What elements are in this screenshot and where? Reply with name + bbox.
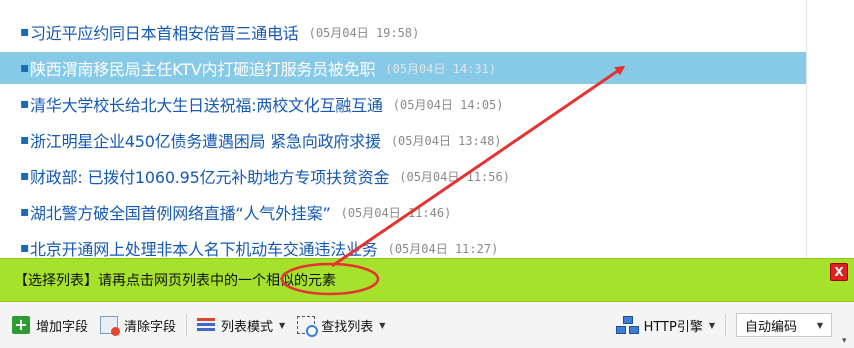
clear-field-button[interactable]: 清除字段 [94, 311, 182, 339]
plus-icon: + [12, 316, 30, 334]
bullet-icon: ▪ [20, 132, 30, 148]
news-title[interactable]: 北京开通网上处理非本人名下机动车交通违法业务 [30, 236, 378, 260]
news-date: (05月04日 19:58) [308, 25, 420, 40]
find-list-dropdown[interactable]: 查找列表 ▼ [291, 311, 391, 339]
http-engine-label: HTTP引擎 [643, 319, 703, 335]
bottom-toolbar: + 增加字段 清除字段 列表模式 ▼ 查找列表 ▼ HTTP引擎 ▼ 自动编码 … [0, 302, 854, 348]
news-list-item[interactable]: ▪ 习近平应约同日本首相安倍晋三通电话 (05月04日 19:58) [0, 14, 806, 50]
news-date: (05月04日 11:27) [387, 241, 499, 256]
news-title[interactable]: 湖北警方破全国首例网络直播“人气外挂案” [30, 200, 331, 224]
news-title[interactable]: 浙江明星企业450亿债务遭遇困局 紧急向政府求援 [30, 128, 381, 152]
bullet-icon: ▪ [20, 168, 30, 184]
close-icon[interactable]: X [830, 263, 848, 281]
clear-field-label: 清除字段 [124, 319, 177, 335]
add-field-label: 增加字段 [36, 319, 89, 335]
chevron-down-icon: ▼ [816, 320, 823, 330]
news-list-item[interactable]: ▪ 财政部: 已拨付1060.95亿元补助地方专项扶贫资金 (05月04日 11:5… [0, 158, 806, 194]
news-date: (05月04日 14:31) [385, 61, 497, 76]
find-list-label: 查找列表 [321, 319, 374, 335]
list-icon [197, 316, 216, 334]
bullet-icon: ▪ [20, 204, 30, 220]
news-list-item[interactable]: ▪ 陕西渭南移民局主任KTV内打砸追打服务员被免职 (05月04日 14:31) [0, 52, 806, 84]
toolbar-divider [725, 314, 726, 336]
encoding-label: 自动编码 [745, 319, 798, 335]
news-list-item[interactable]: ▪ 湖北警方破全国首例网络直播“人气外挂案” (05月04日 11:46) [0, 194, 806, 230]
news-title[interactable]: 财政部: 已拨付1060.95亿元补助地方专项扶贫资金 [30, 164, 389, 188]
chevron-down-icon: ▼ [708, 320, 715, 330]
list-mode-dropdown[interactable]: 列表模式 ▼ [191, 311, 291, 339]
news-date: (05月04日 13:48) [390, 133, 502, 148]
news-date: (05月04日 11:46) [340, 205, 452, 220]
tip-text: 【选择列表】请再点击网页列表中的一个相似的元素 [14, 273, 336, 289]
tip-bar: 【选择列表】请再点击网页列表中的一个相似的元素 X [0, 258, 854, 302]
news-date: (05月04日 11:56) [399, 169, 510, 184]
toolbar-divider [186, 314, 188, 336]
news-date: (05月04日 14:05) [392, 97, 504, 112]
bullet-icon: ▪ [20, 24, 30, 40]
chevron-down-icon: ▼ [279, 320, 286, 330]
news-list-pane: ▪ 习近平应约同日本首相安倍晋三通电话 (05月04日 19:58) ▪ 陕西渭南移民局… [0, 0, 806, 295]
list-mode-label: 列表模式 [221, 319, 274, 335]
news-title[interactable]: 清华大学校长给北大生日送祝福:两校文化互融互通 [30, 92, 383, 116]
news-list-item[interactable]: ▪ 清华大学校长给北大生日送祝福:两校文化互融互通 (05月04日 14:05) [0, 86, 806, 122]
http-engine-dropdown[interactable]: HTTP引擎 ▼ [610, 311, 721, 339]
add-field-button[interactable]: + 增加字段 [6, 311, 94, 339]
bullet-icon: ▪ [20, 240, 30, 256]
find-icon [297, 316, 319, 337]
bullet-icon: ▪ [20, 60, 30, 76]
network-icon [615, 316, 639, 334]
vertical-scrollbar[interactable] [806, 0, 854, 258]
resize-grip-icon[interactable]: ▾ [842, 336, 852, 346]
clear-icon [100, 316, 121, 336]
news-list-item[interactable]: ▪ 浙江明星企业450亿债务遭遇困局 紧急向政府求援 (05月04日 13:48) [0, 122, 806, 158]
news-title[interactable]: 陕西渭南移民局主任KTV内打砸追打服务员被免职 [30, 56, 376, 80]
bullet-icon: ▪ [20, 96, 30, 112]
encoding-select[interactable]: 自动编码 ▼ [736, 313, 832, 337]
chevron-down-icon: ▼ [379, 320, 386, 330]
news-title[interactable]: 习近平应约同日本首相安倍晋三通电话 [30, 20, 299, 44]
